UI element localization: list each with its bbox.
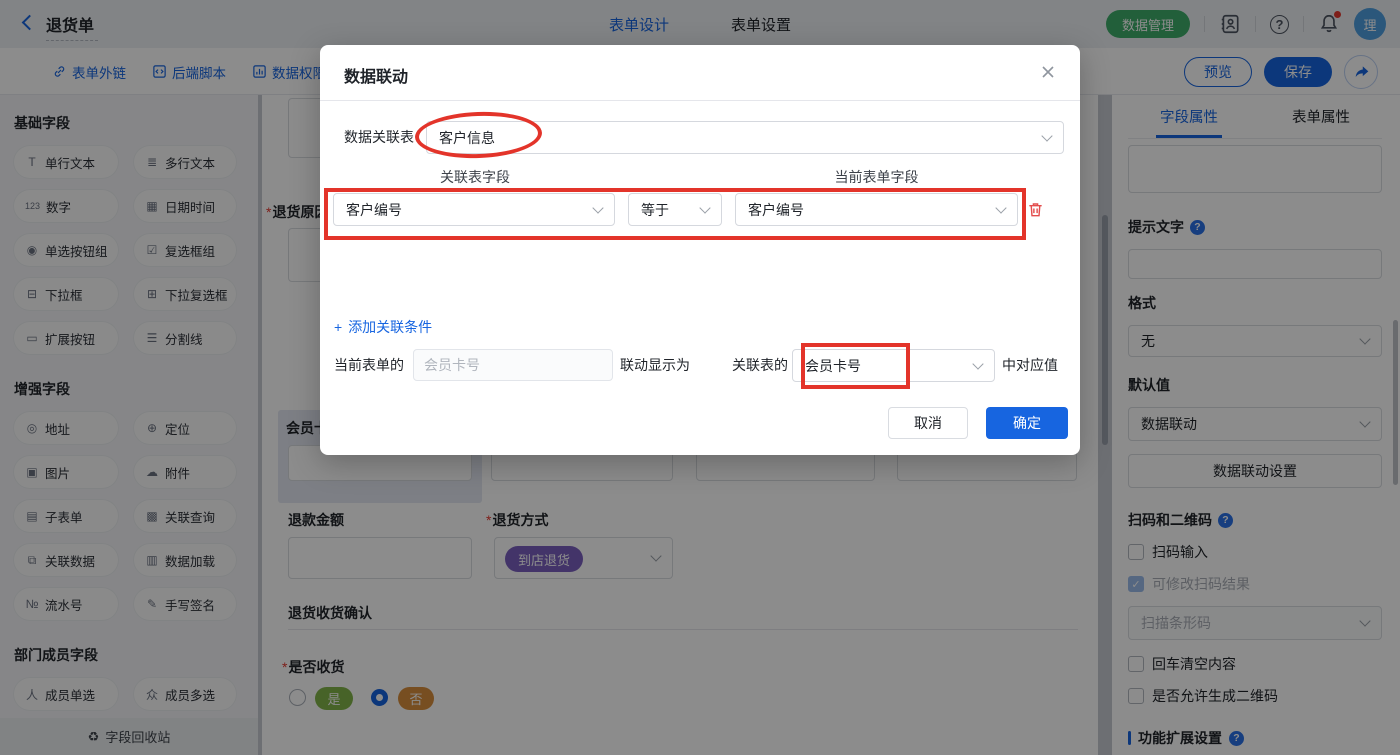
related-table-prefix: 关联表的 [732,357,788,373]
current-form-prefix: 当前表单的 [334,357,404,373]
corresponding-value-suffix: 中对应值 [1002,357,1058,373]
linked-table-select[interactable]: 客户信息 [426,121,1064,154]
chevron-down-icon [699,201,711,214]
plus-icon: + [334,319,343,335]
linked-table-label: 数据关联表 [344,129,414,145]
link-show-label: 联动显示为 [620,357,690,373]
dialog-header-divider [320,100,1080,101]
confirm-button[interactable]: 确定 [986,407,1068,439]
current-field-select[interactable]: 客户编号 [735,193,1018,226]
chevron-down-icon [972,357,984,370]
close-icon[interactable] [1038,62,1058,82]
related-field-select[interactable]: 客户编号 [333,193,615,226]
data-linkage-dialog: 数据联动 数据关联表 客户信息 关联表字段 当前表单字段 客户编号 等于 客户编… [320,45,1080,455]
related-display-field-select[interactable]: 会员卡号 [792,349,995,382]
cancel-button[interactable]: 取消 [888,407,968,439]
operator-select[interactable]: 等于 [628,193,722,226]
current-field-input[interactable] [413,349,613,381]
chevron-down-icon [1041,129,1053,142]
delete-condition-icon[interactable] [1026,200,1045,219]
add-condition-link[interactable]: + 添加关联条件 [334,317,432,337]
chevron-down-icon [592,201,604,214]
chevron-down-icon [995,201,1007,214]
column-header-current-field: 当前表单字段 [834,169,919,185]
dialog-title: 数据联动 [344,69,409,86]
column-header-related-field: 关联表字段 [440,169,510,185]
